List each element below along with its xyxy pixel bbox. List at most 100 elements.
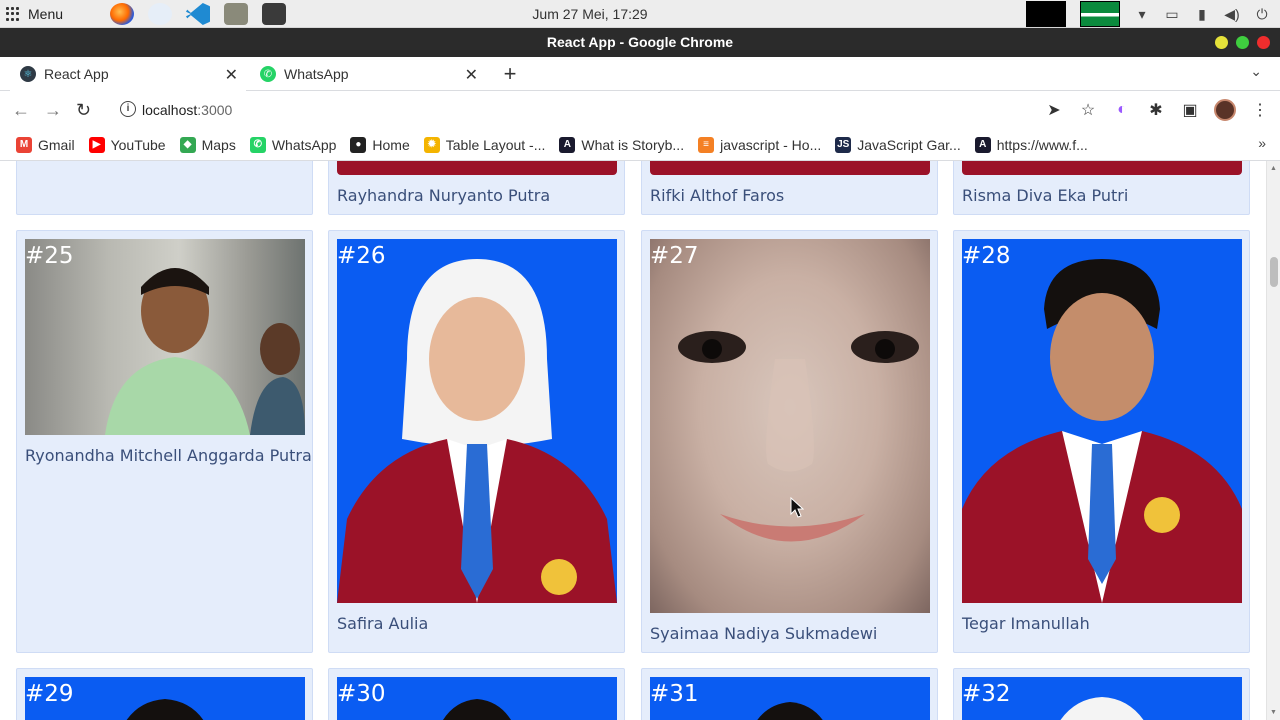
bookmark-item[interactable]: ▶ YouTube: [88, 136, 166, 153]
react-favicon-icon: ⚛: [20, 66, 36, 82]
send-icon[interactable]: ➤: [1044, 100, 1064, 120]
back-button[interactable]: ←: [12, 100, 30, 121]
forward-button[interactable]: →: [44, 100, 62, 121]
reload-button[interactable]: ↻: [76, 100, 91, 121]
profile-avatar[interactable]: [1214, 99, 1236, 121]
maximize-button[interactable]: [1236, 36, 1249, 49]
scroll-down-arrow-icon[interactable]: ▼: [1270, 709, 1277, 716]
window-title-bar: React App - Google Chrome: [0, 28, 1280, 57]
person-illustration: [962, 259, 1242, 603]
site-info-icon[interactable]: i: [120, 101, 136, 117]
sun-icon: ✹: [423, 136, 440, 153]
student-number: #29: [25, 681, 74, 707]
student-photo: [962, 161, 1242, 175]
close-window-button[interactable]: [1257, 36, 1270, 49]
student-card[interactable]: Rifki Althof Faros: [641, 161, 938, 215]
student-photo: #28: [962, 239, 1242, 603]
js-icon: JS: [835, 136, 852, 153]
student-photo: #25: [25, 239, 305, 435]
student-name: Risma Diva Eka Putri: [962, 186, 1129, 205]
student-number: #31: [650, 681, 699, 707]
student-photo: #32: [962, 677, 1242, 720]
workspace-2-thumbnail[interactable]: [1080, 1, 1120, 27]
scroll-up-arrow-icon[interactable]: ▲: [1270, 165, 1277, 172]
student-photo: #26: [337, 239, 617, 603]
student-card[interactable]: #25 Ryonandha Mitchell Anggarda Putra: [16, 230, 313, 653]
tab-label: WhatsApp: [284, 66, 349, 82]
bookmark-label: javascript - Ho...: [720, 136, 822, 153]
student-card[interactable]: #29: [16, 668, 313, 720]
student-number: #28: [962, 243, 1011, 269]
student-card[interactable]: #26 Safira Aulia: [328, 230, 625, 653]
tab-search-chevron-icon[interactable]: ⌄: [1250, 63, 1262, 80]
bookmark-item[interactable]: M Gmail: [16, 136, 75, 153]
url-text[interactable]: localhost:3000: [142, 102, 232, 118]
power-icon[interactable]: ⏻: [1254, 6, 1270, 22]
student-card[interactable]: #31: [641, 668, 938, 720]
minimize-button[interactable]: [1215, 36, 1228, 49]
os-clock[interactable]: Jum 27 Mei, 17:29: [0, 0, 1180, 28]
student-number: #32: [962, 681, 1011, 707]
page-scrollbar[interactable]: ▲ ▼: [1266, 161, 1280, 720]
bookmark-label: Maps: [201, 136, 236, 153]
network-icon[interactable]: ▭: [1164, 6, 1180, 22]
student-number: #30: [337, 681, 386, 707]
bookmark-item[interactable]: A What is Storyb...: [559, 136, 684, 153]
tab-label: React App: [44, 66, 109, 82]
student-photo: #31: [650, 677, 930, 720]
bookmark-item[interactable]: ● Home: [350, 136, 410, 153]
tab-whatsapp[interactable]: ✆ WhatsApp ✕: [250, 57, 486, 91]
window-title: React App - Google Chrome: [546, 34, 734, 50]
battery-icon[interactable]: ▮: [1194, 6, 1210, 22]
student-card[interactable]: #27 Syaimaa Nadiya Sukmadewi: [641, 230, 938, 653]
student-photo: [650, 161, 930, 175]
side-panel-icon[interactable]: ▣: [1180, 100, 1200, 120]
student-name: Rifki Althof Faros: [650, 186, 785, 205]
student-name: Tegar Imanullah: [962, 614, 1090, 633]
bookmark-label: Table Layout -...: [445, 136, 546, 153]
student-number: #27: [650, 243, 699, 269]
bookmark-item[interactable]: Ahttps://www.f...: [974, 136, 1088, 153]
student-card[interactable]: #28 Tegar Imanullah: [953, 230, 1250, 653]
new-tab-button[interactable]: +: [498, 60, 522, 88]
page-viewport: Rayhandra Nuryanto Putra Rifki Althof Fa…: [0, 161, 1266, 720]
student-name: Rayhandra Nuryanto Putra: [337, 186, 551, 205]
bookmark-item[interactable]: ≡ javascript - Ho...: [698, 136, 822, 153]
student-card[interactable]: Risma Diva Eka Putri: [953, 161, 1250, 215]
bookmark-label: https://www.f...: [996, 136, 1088, 153]
extensions-puzzle-icon[interactable]: ✱: [1146, 100, 1166, 120]
address-bar[interactable]: i localhost:3000: [108, 94, 1108, 126]
whatsapp-favicon-icon: ✆: [260, 66, 276, 82]
scrollbar-thumb[interactable]: [1270, 257, 1278, 287]
bookmark-item[interactable]: JS JavaScript Gar...: [835, 136, 961, 153]
volume-icon[interactable]: ◀): [1224, 6, 1240, 22]
bookmark-item[interactable]: ✆ WhatsApp: [249, 136, 337, 153]
bookmark-item[interactable]: ◆ Maps: [179, 136, 236, 153]
home-bookmark-icon: ●: [350, 136, 367, 153]
maps-icon: ◆: [179, 136, 196, 153]
student-card[interactable]: #32: [953, 668, 1250, 720]
tab-react-app[interactable]: ⚛ React App ✕: [10, 57, 246, 91]
face-closeup-illustration: [678, 331, 919, 542]
student-photo: #27: [650, 239, 930, 613]
student-photo: #29: [25, 677, 305, 720]
workspace-1-thumbnail[interactable]: [1026, 1, 1066, 27]
student-card[interactable]: [16, 161, 313, 215]
close-tab-icon[interactable]: ✕: [225, 65, 238, 85]
wifi-icon[interactable]: ▾: [1134, 6, 1150, 22]
extension-purple-icon[interactable]: ◐: [1112, 101, 1132, 119]
bookmark-star-icon[interactable]: ☆: [1078, 100, 1098, 120]
student-name: Ryonandha Mitchell Anggarda Putra: [25, 446, 312, 465]
student-card[interactable]: #30: [328, 668, 625, 720]
bookmark-item[interactable]: ✹ Table Layout -...: [423, 136, 546, 153]
student-card[interactable]: Rayhandra Nuryanto Putra: [328, 161, 625, 215]
storybook-icon: A: [559, 136, 576, 153]
whatsapp-icon: ✆: [249, 136, 266, 153]
bookmarks-overflow-icon[interactable]: »: [1258, 135, 1266, 151]
bookmark-label: WhatsApp: [271, 136, 337, 153]
close-tab-icon[interactable]: ✕: [465, 65, 478, 85]
bookmark-label: YouTube: [110, 136, 166, 153]
more-menu-icon[interactable]: ⋮: [1250, 100, 1270, 120]
bookmark-label: Home: [372, 136, 410, 153]
bookmark-label: Gmail: [38, 136, 75, 153]
